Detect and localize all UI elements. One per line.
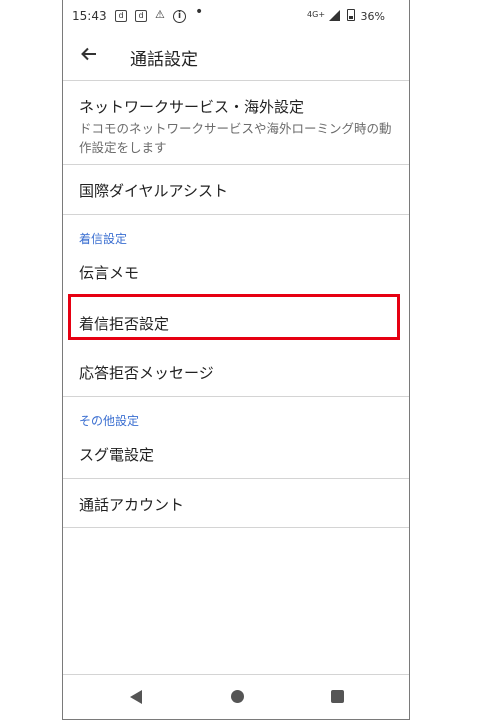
- status-right: 4G+ 36%: [307, 9, 385, 23]
- reject-message-item[interactable]: 応答拒否メッセージ: [63, 362, 409, 383]
- nav-back-icon[interactable]: [130, 690, 142, 704]
- network-service-summary: ドコモのネットワークサービスや海外ローミング時の動作設定をします: [79, 121, 392, 155]
- battery-level: 36%: [360, 10, 385, 23]
- status-time: 15:43: [72, 9, 107, 23]
- section-header-other: その他設定: [79, 414, 140, 428]
- voice-memo-item[interactable]: 伝言メモ: [63, 262, 409, 283]
- intl-dial-assist-item[interactable]: 国際ダイヤルアシスト: [63, 180, 409, 201]
- notification-icon: ⚠: [155, 8, 165, 21]
- phone-screen: 15:43 d d ⚠ i • 4G+ 36% 通話設定 ネットワークサービス・…: [62, 0, 410, 720]
- divider: [63, 164, 409, 165]
- section-header-incoming: 着信設定: [79, 232, 128, 246]
- divider: [63, 396, 409, 397]
- back-arrow-icon[interactable]: [79, 44, 99, 64]
- calling-accounts-label: 通話アカウント: [79, 496, 185, 514]
- quick-dial-label: スグ電設定: [79, 446, 155, 464]
- calling-accounts-item[interactable]: 通話アカウント: [63, 494, 409, 515]
- intl-dial-assist-label: 国際ダイヤルアシスト: [79, 182, 228, 200]
- battery-icon: [347, 9, 356, 21]
- highlight-box: [68, 294, 400, 340]
- divider: [63, 478, 409, 479]
- quick-dial-item[interactable]: スグ電設定: [63, 444, 409, 465]
- page-title: 通話設定: [130, 50, 198, 70]
- status-bar: 15:43 d d ⚠ i • 4G+ 36%: [63, 0, 409, 32]
- info-icon: i: [173, 9, 186, 23]
- divider: [63, 214, 409, 215]
- network-service-label: ネットワークサービス・海外設定: [79, 98, 305, 116]
- network-type: 4G+: [307, 10, 326, 19]
- system-nav-bar: [63, 674, 409, 719]
- notification-dot: •: [195, 4, 204, 20]
- reject-message-label: 応答拒否メッセージ: [79, 364, 214, 382]
- voice-memo-label: 伝言メモ: [79, 264, 140, 282]
- divider: [63, 527, 409, 528]
- nav-home-icon[interactable]: [231, 690, 244, 703]
- network-service-item[interactable]: ネットワークサービス・海外設定 ドコモのネットワークサービスや海外ローミング時の…: [63, 96, 409, 157]
- docomo-d-icon: d: [115, 9, 127, 22]
- docomo-d-icon-2: d: [135, 9, 147, 22]
- nav-recents-icon[interactable]: [331, 690, 344, 703]
- signal-icon: [328, 10, 340, 21]
- app-bar: 通話設定: [63, 32, 409, 81]
